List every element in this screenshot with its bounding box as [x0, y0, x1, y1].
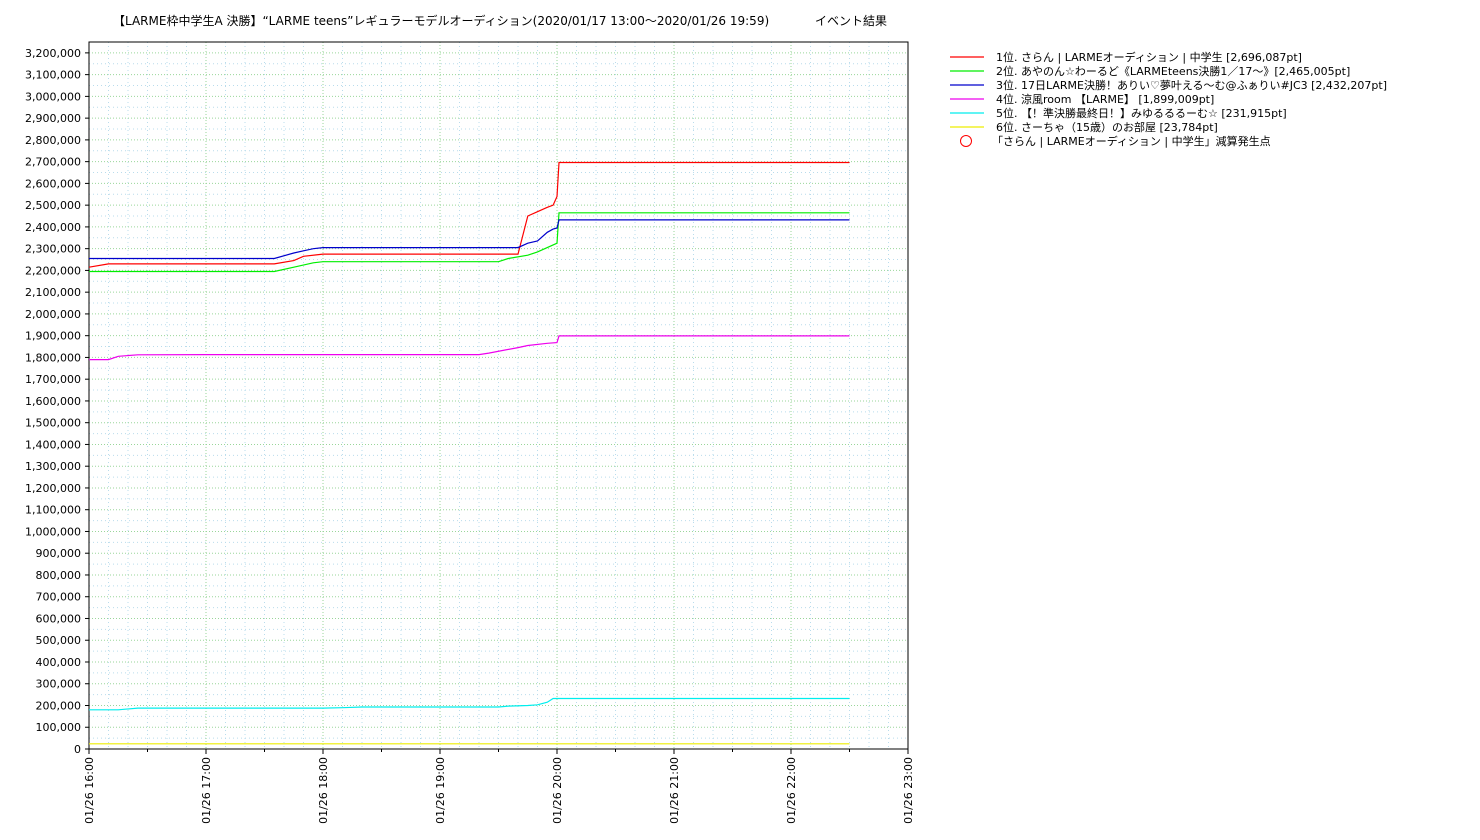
- x-tick-label: 01/26 16:00: [83, 757, 96, 824]
- y-tick-label: 1,300,000: [25, 460, 81, 473]
- legend-label: 4位. 涼風room 【LARME】 [1,899,009pt]: [996, 92, 1214, 106]
- y-tick-label: 1,100,000: [25, 504, 81, 517]
- y-tick-label: 3,200,000: [25, 47, 81, 60]
- y-tick-label: 2,000,000: [25, 308, 81, 321]
- y-tick-label: 0: [74, 743, 81, 756]
- chart-title: 【LARME枠中学生A 決勝】“LARME teens”レギュラーモデルオーディ…: [113, 13, 769, 28]
- y-tick-label: 700,000: [36, 591, 82, 604]
- y-tick-label: 1,800,000: [25, 351, 81, 364]
- y-tick-label: 800,000: [36, 569, 82, 582]
- y-tick-label: 1,500,000: [25, 417, 81, 430]
- legend-label: 1位. さらん | LARMEオーディション | 中学生 [2,696,087p…: [996, 50, 1302, 64]
- legend-label: 6位. さーちゃ（15歳）のお部屋 [23,784pt]: [996, 120, 1218, 134]
- x-tick-label: 01/26 19:00: [434, 757, 447, 824]
- y-tick-label: 3,000,000: [25, 90, 81, 103]
- series-line: [89, 219, 850, 260]
- legend: 1位. さらん | LARMEオーディション | 中学生 [2,696,087p…: [950, 50, 1387, 148]
- minor-grid: [89, 41, 908, 749]
- y-tick-label: 300,000: [36, 678, 82, 691]
- legend-label: 5位. 【！準決勝最終日！】みゆるるるーむ☆ [231,915pt]: [996, 106, 1287, 120]
- y-tick-label: 100,000: [36, 721, 82, 734]
- y-tick-label: 200,000: [36, 699, 82, 712]
- legend-marker-circle: [960, 135, 972, 147]
- series-line: [89, 212, 850, 273]
- chart-title-suffix: イベント結果: [815, 14, 887, 28]
- x-tick-label: 01/26 21:00: [668, 757, 681, 824]
- y-tick-label: 1,000,000: [25, 525, 81, 538]
- y-tick-label: 500,000: [36, 634, 82, 647]
- y-tick-label: 2,800,000: [25, 134, 81, 147]
- y-tick-label: 1,700,000: [25, 373, 81, 386]
- legend-label: 2位. あやのん☆わーるど《LARMEteens決勝1／17〜》[2,465,0…: [996, 64, 1350, 78]
- x-axis: 01/26 16:00 01/26 17:00 01/26 18:00 01/26 1…: [83, 749, 915, 824]
- y-tick-label: 1,900,000: [25, 330, 81, 343]
- y-tick-label: 2,100,000: [25, 286, 81, 299]
- chart: 【LARME枠中学生A 決勝】“LARME teens”レギュラーモデルオーディ…: [25, 13, 1387, 824]
- y-tick-label: 2,900,000: [25, 112, 81, 125]
- series-line: [88, 161, 850, 268]
- y-tick-label: 2,400,000: [25, 221, 81, 234]
- legend-label: 3位. 17日LARME決勝！ありい♡夢叶える〜む@ふぁりい#JC3 [2,43…: [996, 78, 1387, 92]
- y-tick-label: 3,100,000: [25, 69, 81, 82]
- y-tick-label: 400,000: [36, 656, 82, 669]
- x-tick-label: 01/26 17:00: [200, 757, 213, 824]
- y-tick-label: 2,500,000: [25, 199, 81, 212]
- y-tick-label: 1,400,000: [25, 438, 81, 451]
- y-tick-label: 2,200,000: [25, 264, 81, 277]
- x-tick-label: 01/26 23:00: [902, 757, 915, 824]
- legend-label: 「さらん | LARMEオーディション | 中学生」減算発生点: [992, 134, 1271, 148]
- y-tick-label: 2,300,000: [25, 243, 81, 256]
- x-tick-label: 01/26 22:00: [785, 757, 798, 824]
- y-tick-label: 2,700,000: [25, 156, 81, 169]
- series-line: [89, 697, 850, 711]
- y-tick-label: 900,000: [36, 547, 82, 560]
- y-tick-label: 600,000: [36, 612, 82, 625]
- y-tick-label: 1,600,000: [25, 395, 81, 408]
- series-line: [89, 335, 850, 361]
- x-tick-label: 01/26 20:00: [551, 757, 564, 824]
- series-lines: [88, 161, 850, 745]
- x-tick-label: 01/26 18:00: [317, 757, 330, 824]
- y-tick-label: 2,600,000: [25, 177, 81, 190]
- y-axis: 0 100,000 200,000 300,000 400,000 500,000 600,…: [25, 47, 89, 756]
- y-tick-label: 1,200,000: [25, 482, 81, 495]
